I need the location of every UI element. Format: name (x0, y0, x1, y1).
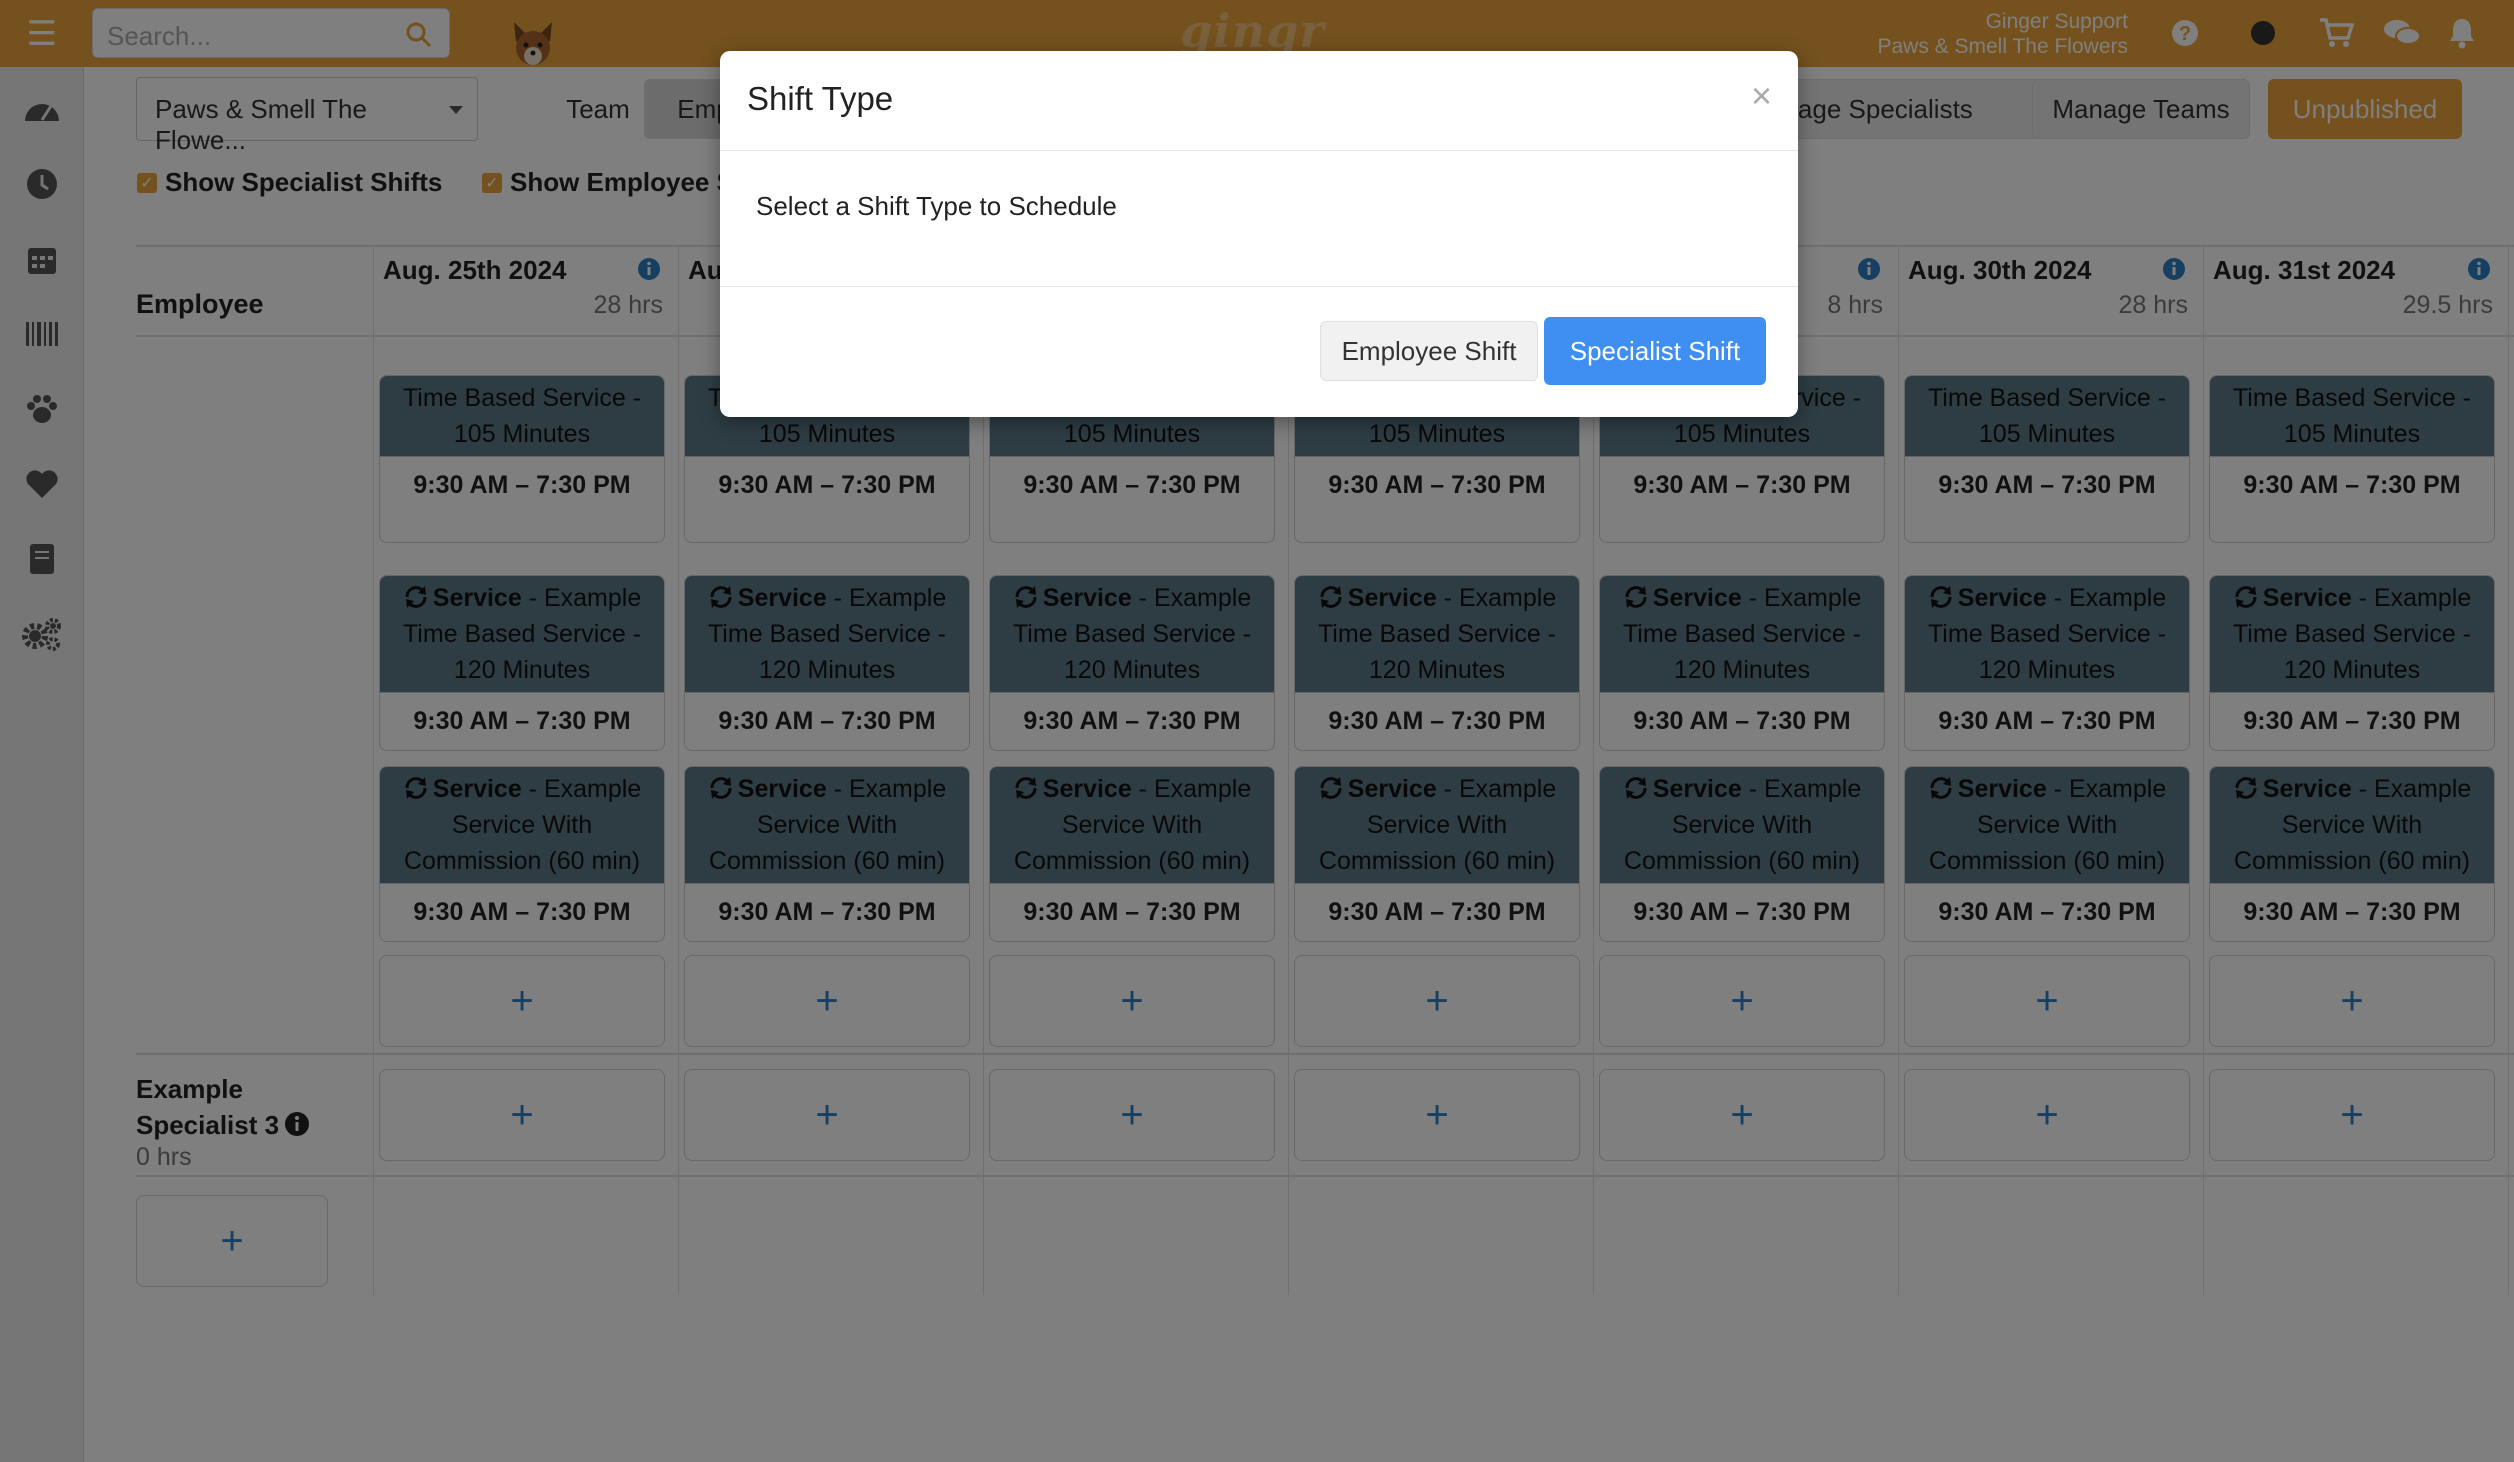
modal-body-text: Select a Shift Type to Schedule (756, 191, 1117, 221)
employee-shift-button[interactable]: Employee Shift (1320, 321, 1538, 381)
divider (720, 286, 1798, 287)
divider (720, 150, 1798, 151)
close-icon[interactable]: × (1751, 75, 1772, 117)
shift-type-modal: Shift Type × Select a Shift Type to Sche… (720, 51, 1798, 417)
specialist-shift-button[interactable]: Specialist Shift (1544, 317, 1766, 385)
modal-title: Shift Type (747, 80, 894, 117)
